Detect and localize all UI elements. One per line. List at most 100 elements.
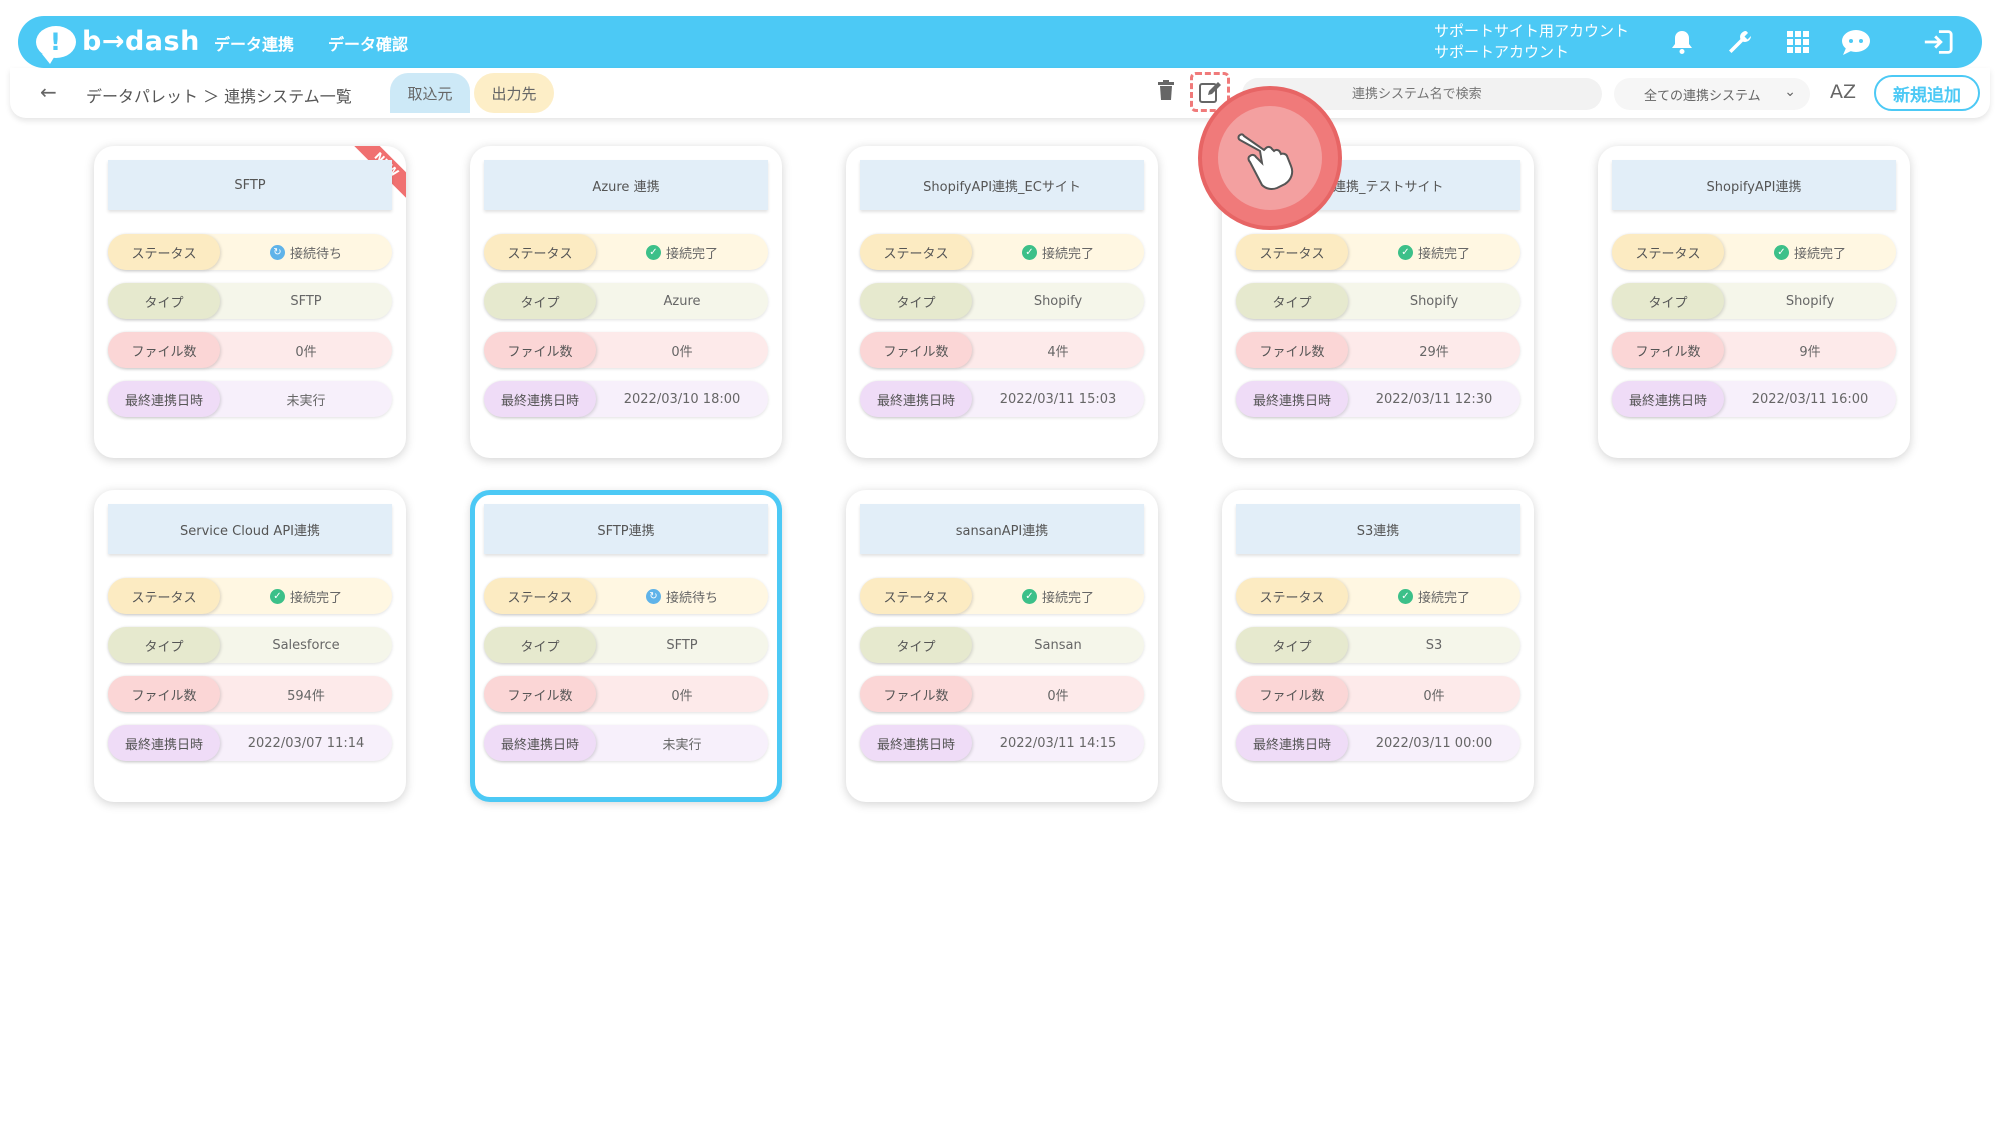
last-sync-row: 最終連携日時 未実行 [484,725,768,761]
nav-data-integration[interactable]: データ連携 [214,31,294,55]
status-row: ステータス ✓ 接続完了 [1236,234,1520,270]
last-sync-value: 2022/03/11 14:15 [999,735,1117,751]
integration-card[interactable]: ShopifyAPI連携_ECサイト ステータス ✓ 接続完了 タイプ Shopify ファ… [846,146,1158,458]
account-info[interactable]: サポートサイト用アカウント サポートアカウント [1434,21,1629,63]
last-sync-label: 最終連携日時 [860,381,972,417]
files-value: 4件 [1047,344,1069,360]
files-row: ファイル数 29件 [1236,332,1520,368]
type-row: タイプ SFTP [484,627,768,663]
sync-icon: ↻ [645,588,661,604]
bell-icon[interactable] [1666,26,1698,58]
status-text: 接続完了 [665,246,718,262]
last-sync-value: 未実行 [662,737,702,753]
last-sync-label: 最終連携日時 [108,725,220,761]
integration-card[interactable]: SFTP連携 ステータス ↻ 接続待ち タイプ SFTP ファイル数 0件 最終連携日時 未実行 [470,490,782,802]
logout-icon[interactable] [1922,26,1954,58]
check-circle-icon: ✓ [1021,244,1037,260]
status-value: ✓ 接続完了 [596,234,768,270]
type-label: タイプ [1236,627,1348,663]
integration-card[interactable]: ShopifyAPI連携 ステータス ✓ 接続完了 タイプ Shopify ファイル数 9件最… [1598,146,1910,458]
integration-card[interactable]: Azure 連携 ステータス ✓ 接続完了 タイプ Azure ファイル数 0件 最終連携日時 2… [470,146,782,458]
check-circle-icon: ✓ [269,588,285,604]
files-label: ファイル数 [108,676,220,712]
last-sync-label: 最終連携日時 [860,725,972,761]
status-row: ステータス ✓ 接続完了 [860,578,1144,614]
integration-card[interactable]: Service Cloud API連携 ステータス ✓ 接続完了 タイプ Salesfor… [94,490,406,802]
status-label: ステータス [108,578,220,614]
filter-value: 全ての連携システム [1644,88,1761,104]
status-text: 接続待ち [665,590,718,606]
last-sync-value: 2022/03/11 15:03 [999,391,1117,407]
status-row: ステータス ✓ 接続完了 [1236,578,1520,614]
type-label: タイプ [860,627,972,663]
tab-output-destination[interactable]: 出力先 [474,73,554,113]
status-row: ステータス ✓ 接続完了 [1612,234,1896,270]
files-row: ファイル数 594件 [108,676,392,712]
check-circle-icon: ✓ [1397,244,1413,260]
files-value: 0件 [671,344,693,360]
system-filter-select[interactable]: 全ての連携システム ⌄ [1614,78,1810,110]
account-site: サポートサイト用アカウント [1434,22,1630,40]
last-sync-row: 最終連携日時 2022/03/11 12:30 [1236,381,1520,417]
check-circle-icon: ✓ [645,244,661,260]
chevron-down-icon: ⌄ [1784,84,1796,100]
type-label: タイプ [860,283,972,319]
tab-import-source[interactable]: 取込元 [390,73,470,113]
logo[interactable]: ! b→dash [36,24,199,64]
check-circle-icon: ✓ [1397,588,1413,604]
add-new-button[interactable]: 新規追加 [1874,75,1980,111]
status-text: 接続完了 [1793,246,1846,262]
last-sync-label: 最終連携日時 [108,381,220,417]
last-sync-label: 最終連携日時 [484,381,596,417]
files-row: ファイル数 4件 [860,332,1144,368]
status-label: ステータス [860,234,972,270]
type-label: タイプ [484,627,596,663]
files-row: ファイル数 0件 [108,332,392,368]
logo-bubble-icon: ! [36,26,76,64]
integration-card[interactable]: S3連携 ステータス ✓ 接続完了 タイプ S3 ファイル数 0件 最終連携日時 2022/03/… [1222,490,1534,802]
logo-text: b→dash [82,26,200,57]
status-value: ✓ 接続完了 [220,578,392,614]
nav-data-check[interactable]: データ確認 [328,31,408,55]
trash-icon[interactable] [1158,80,1174,105]
last-sync-label: 最終連携日時 [1612,381,1724,417]
status-row: ステータス ✓ 接続完了 [108,578,392,614]
card-title: ShopifyAPI連携_ECサイト [860,160,1144,210]
status-value: ✓ 接続完了 [972,234,1144,270]
type-row: タイプ Azure [484,283,768,319]
top-bar: ! b→dash データ連携 データ確認 サポートサイト用アカウント サポートア… [18,16,1982,68]
wrench-icon[interactable] [1724,26,1756,58]
last-sync-value: 2022/03/10 18:00 [623,391,741,407]
last-sync-row: 最終連携日時 2022/03/11 00:00 [1236,725,1520,761]
breadcrumb[interactable]: データパレット ＞ 連携システム一覧 [86,83,352,107]
last-sync-label: 最終連携日時 [484,725,596,761]
back-arrow-icon[interactable]: ← [40,80,57,104]
files-label: ファイル数 [860,676,972,712]
toolbar: ← データパレット ＞ 連携システム一覧 取込元 出力先 全ての連携システム ⌄… [10,68,1990,118]
sort-az-button[interactable]: AZ [1830,81,1856,103]
files-label: ファイル数 [860,332,972,368]
status-label: ステータス [1236,234,1348,270]
status-value: ✓ 接続完了 [1724,234,1896,270]
integration-card[interactable]: NEWSFTPステータス↻接続待ちタイプSFTPファイル数0件最終連携日時未実行 [94,146,406,458]
last-sync-row: 最終連携日時 2022/03/11 15:03 [860,381,1144,417]
chat-icon[interactable] [1840,26,1872,58]
status-value: ↻ 接続待ち [220,234,392,270]
type-row: タイプ Sansan [860,627,1144,663]
status-row: ステータス ✓ 接続完了 [484,234,768,270]
status-value: ✓ 接続完了 [1348,578,1520,614]
integration-card[interactable]: sansanAPI連携 ステータス ✓ 接続完了 タイプ Sansan ファイル数 0件 最終連… [846,490,1158,802]
status-text: 接続完了 [1417,246,1470,262]
status-label: ステータス [860,578,972,614]
card-title: Azure 連携 [484,160,768,210]
status-row: ステータス ✓ 接続完了 [860,234,1144,270]
type-label: タイプ [108,283,220,319]
grid-icon[interactable] [1782,26,1814,58]
last-sync-value: 未実行 [286,393,326,409]
files-value: 0件 [1423,688,1445,704]
files-label: ファイル数 [1612,332,1724,368]
type-row: タイプ Salesforce [108,627,392,663]
last-sync-label: 最終連携日時 [1236,725,1348,761]
check-circle-icon: ✓ [1021,588,1037,604]
last-sync-value: 2022/03/11 00:00 [1375,735,1493,751]
